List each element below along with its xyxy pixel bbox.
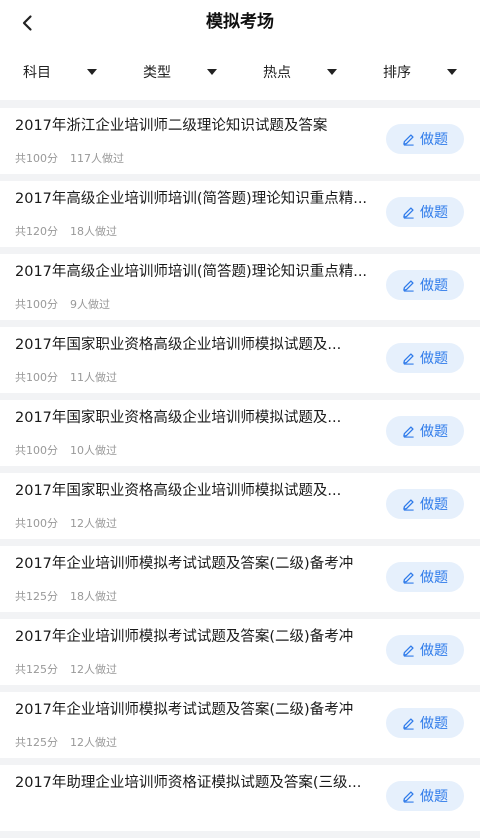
exam-score: 共100分 [15,517,58,530]
exam-score: 共120分 [15,225,58,238]
pencil-icon [403,571,414,584]
do-exam-button[interactable]: 做题 [386,270,464,300]
exam-meta: 共100分 11人做过 [15,369,117,385]
exam-card[interactable]: 2017年高级企业培训师培训(简答题)理论知识重点精... 共120分 18人做过… [0,181,480,247]
exam-card[interactable]: 2017年企业培训师模拟考试试题及答案(二级)备考冲 共125分 18人做过 做题 [0,546,480,612]
pencil-icon [403,206,414,219]
do-exam-button[interactable]: 做题 [386,197,464,227]
caret-down-icon [327,69,337,75]
pencil-icon [403,717,414,730]
exam-card[interactable]: 2017年国家职业资格高级企业培训师模拟试题及... 共100分 11人做过 做题 [0,327,480,393]
exam-title: 2017年高级企业培训师培训(简答题)理论知识重点精... [15,191,368,207]
exam-title: 2017年国家职业资格高级企业培训师模拟试题及... [15,483,342,499]
exam-card[interactable]: 2017年企业培训师模拟考试试题及答案(二级)备考冲 共125分 12人做过 做题 [0,619,480,685]
exam-taken-count: 10人做过 [70,444,117,457]
exam-title: 2017年企业培训师模拟考试试题及答案(二级)备考冲 [15,556,354,572]
exam-meta: 共125分 12人做过 [15,734,117,750]
chevron-left-icon [22,15,32,31]
do-exam-label: 做题 [420,497,448,513]
page-title: 模拟考场 [206,12,274,32]
filter-label: 类型 [143,65,171,81]
exam-taken-count: 18人做过 [70,225,117,238]
exam-score: 共125分 [15,590,58,603]
exam-score: 共125分 [15,663,58,676]
exam-card[interactable]: 2017年浙江企业培训师二级理论知识试题及答案 共100分 117人做过 做题 [0,108,480,174]
do-exam-label: 做题 [420,278,448,294]
exam-taken-count: 11人做过 [70,371,117,384]
do-exam-label: 做题 [420,205,448,221]
do-exam-label: 做题 [420,570,448,586]
exam-meta: 共100分 10人做过 [15,442,117,458]
do-exam-button[interactable]: 做题 [386,562,464,592]
exam-taken-count: 12人做过 [70,517,117,530]
pencil-icon [403,644,414,657]
exam-title: 2017年企业培训师模拟考试试题及答案(二级)备考冲 [15,702,354,718]
exam-title: 2017年国家职业资格高级企业培训师模拟试题及... [15,410,342,426]
exam-card[interactable]: 2017年国家职业资格高级企业培训师模拟试题及... 共100分 12人做过 做题 [0,473,480,539]
exam-taken-count: 117人做过 [70,152,124,165]
exam-taken-count: 18人做过 [70,590,117,603]
filter-sort[interactable]: 排序 [360,44,480,100]
do-exam-label: 做题 [420,643,448,659]
exam-meta: 共125分 18人做过 [15,588,117,604]
do-exam-button[interactable]: 做题 [386,343,464,373]
pencil-icon [403,279,414,292]
exam-card[interactable]: 2017年国家职业资格高级企业培训师模拟试题及... 共100分 10人做过 做题 [0,400,480,466]
filter-label: 科目 [23,65,51,81]
do-exam-button[interactable]: 做题 [386,708,464,738]
exam-title: 2017年国家职业资格高级企业培训师模拟试题及... [15,337,342,353]
exam-meta: 共100分 9人做过 [15,296,110,312]
exam-meta: 共100分 117人做过 [15,150,124,166]
caret-down-icon [87,69,97,75]
exam-title: 2017年高级企业培训师培训(简答题)理论知识重点精... [15,264,368,280]
do-exam-button[interactable]: 做题 [386,489,464,519]
exam-taken-count: 9人做过 [70,298,110,311]
pencil-icon [403,498,414,511]
pencil-icon [403,790,414,803]
do-exam-label: 做题 [420,789,448,805]
exam-card[interactable]: 2017年企业培训师模拟考试试题及答案(二级)备考冲 共125分 12人做过 做题 [0,692,480,758]
caret-down-icon [207,69,217,75]
do-exam-label: 做题 [420,716,448,732]
filter-label: 排序 [383,65,411,81]
exam-score: 共100分 [15,444,58,457]
do-exam-button[interactable]: 做题 [386,416,464,446]
pencil-icon [403,425,414,438]
back-button[interactable] [14,9,42,37]
do-exam-label: 做题 [420,132,448,148]
exam-title: 2017年助理企业培训师资格证模拟试题及答案(三级... [15,775,362,791]
filter-hot[interactable]: 热点 [240,44,360,100]
exam-meta: 共120分 18人做过 [15,223,117,239]
caret-down-icon [447,69,457,75]
exam-title: 2017年企业培训师模拟考试试题及答案(二级)备考冲 [15,629,354,645]
exam-title: 2017年浙江企业培训师二级理论知识试题及答案 [15,118,328,134]
do-exam-button[interactable]: 做题 [386,781,464,811]
exam-taken-count: 12人做过 [70,663,117,676]
exam-meta [15,807,27,820]
filter-label: 热点 [263,65,291,81]
exam-score: 共100分 [15,152,58,165]
do-exam-button[interactable]: 做题 [386,124,464,154]
exam-meta: 共125分 12人做过 [15,661,117,677]
exam-meta: 共100分 12人做过 [15,515,117,531]
pencil-icon [403,133,414,146]
exam-card[interactable]: 2017年助理企业培训师资格证模拟试题及答案(三级... 做题 [0,765,480,831]
exam-taken-count: 12人做过 [70,736,117,749]
app-header: 模拟考场 [0,0,480,44]
do-exam-button[interactable]: 做题 [386,635,464,665]
filter-type[interactable]: 类型 [120,44,240,100]
pencil-icon [403,352,414,365]
exam-card[interactable]: 2017年高级企业培训师培训(简答题)理论知识重点精... 共100分 9人做过 … [0,254,480,320]
exam-score: 共100分 [15,371,58,384]
exam-list: 2017年浙江企业培训师二级理论知识试题及答案 共100分 117人做过 做题 2… [0,108,480,838]
filter-bar: 科目 类型 热点 排序 [0,44,480,100]
exam-score: 共125分 [15,736,58,749]
do-exam-label: 做题 [420,351,448,367]
exam-score: 共100分 [15,298,58,311]
filter-subject[interactable]: 科目 [0,44,120,100]
do-exam-label: 做题 [420,424,448,440]
